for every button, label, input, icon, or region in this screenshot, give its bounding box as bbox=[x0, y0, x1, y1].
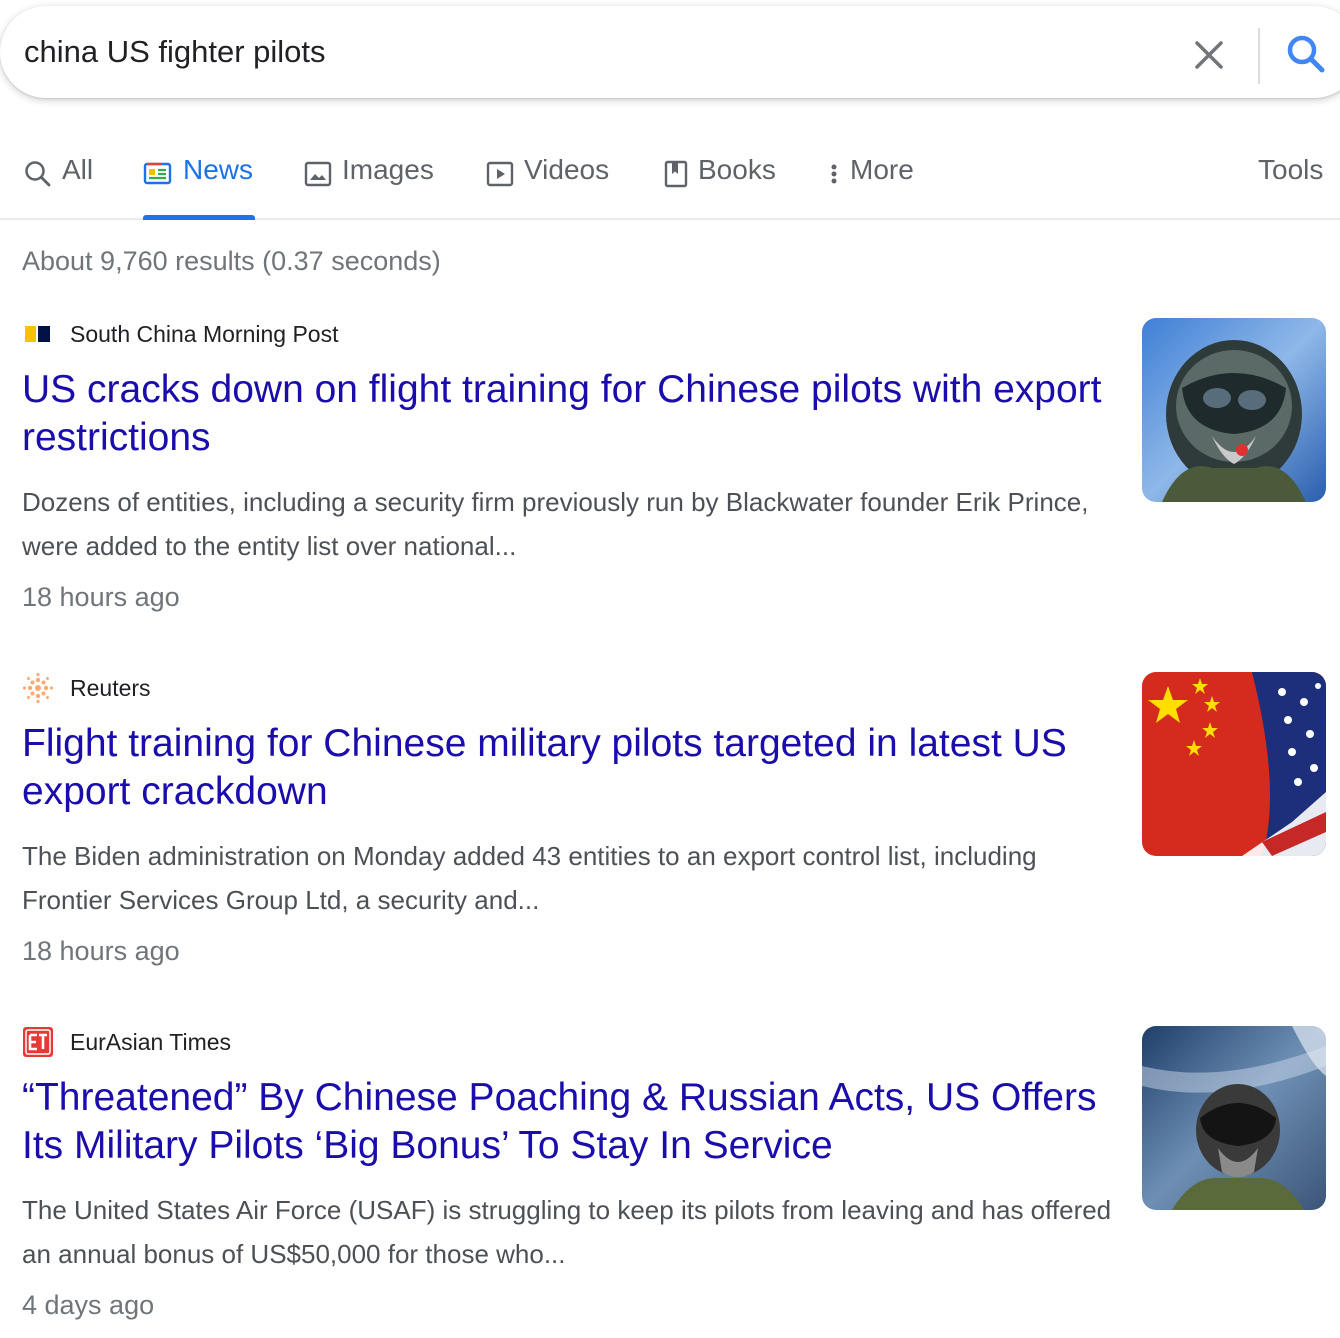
search-divider bbox=[1258, 28, 1260, 84]
book-icon bbox=[664, 160, 688, 188]
search-tabs: All News Images Videos Books More Tools bbox=[0, 140, 1340, 220]
search-icon bbox=[1287, 35, 1325, 73]
tab-label: News bbox=[183, 154, 254, 185]
result-snippet: The United States Air Force (USAF) is st… bbox=[22, 1195, 1112, 1269]
result-source[interactable]: Reuters bbox=[22, 672, 151, 704]
result-age: 18 hours ago bbox=[22, 582, 180, 612]
scmp-logo-icon bbox=[25, 326, 50, 342]
tab-label: All bbox=[62, 154, 94, 185]
result-thumbnail[interactable] bbox=[1142, 672, 1326, 856]
clear-search-button[interactable] bbox=[1186, 32, 1232, 78]
image-icon bbox=[304, 161, 332, 187]
tab-label: Videos bbox=[524, 154, 610, 185]
tools-button[interactable]: Tools bbox=[1258, 154, 1323, 186]
tab-label: Books bbox=[698, 154, 776, 185]
source-name: EurAsian Times bbox=[70, 1028, 232, 1055]
result-source[interactable]: EurAsian Times bbox=[22, 1026, 231, 1058]
reuters-logo-icon bbox=[22, 672, 54, 704]
fighter-pilot-photo bbox=[1142, 1026, 1326, 1210]
play-icon bbox=[486, 161, 514, 187]
result-thumbnail[interactable] bbox=[1142, 1026, 1326, 1210]
search-bar bbox=[0, 6, 1340, 98]
tab-more[interactable]: More bbox=[828, 154, 914, 220]
close-icon bbox=[1195, 41, 1223, 69]
result-thumbnail[interactable] bbox=[1142, 318, 1326, 502]
result-source[interactable]: South China Morning Post bbox=[22, 318, 339, 350]
news-icon bbox=[143, 162, 172, 185]
source-name: Reuters bbox=[70, 674, 151, 701]
more-vertical-icon bbox=[831, 164, 837, 184]
result-snippet: Dozens of entities, including a security… bbox=[22, 487, 1089, 561]
tab-all[interactable]: All bbox=[24, 154, 93, 220]
tab-images[interactable]: Images bbox=[304, 154, 434, 220]
tab-label: Images bbox=[342, 154, 434, 185]
tab-news[interactable]: News bbox=[143, 154, 256, 220]
result-age: 18 hours ago bbox=[22, 936, 180, 966]
result-stats: About 9,760 results (0.37 seconds) bbox=[22, 246, 441, 276]
china-us-flags-photo bbox=[1142, 672, 1326, 856]
result-title-link[interactable]: Flight training for Chinese military pil… bbox=[22, 720, 1122, 816]
search-input[interactable] bbox=[24, 30, 1124, 74]
tab-label: More bbox=[850, 154, 914, 185]
tab-videos[interactable]: Videos bbox=[486, 154, 609, 220]
search-icon bbox=[25, 161, 51, 187]
result-snippet: The Biden administration on Monday added… bbox=[22, 841, 1037, 915]
pilot-helmet-photo bbox=[1142, 318, 1326, 502]
result-title-link[interactable]: US cracks down on flight training for Ch… bbox=[22, 366, 1122, 462]
tab-books[interactable]: Books bbox=[664, 154, 776, 220]
source-name: South China Morning Post bbox=[70, 320, 339, 347]
search-button[interactable] bbox=[1282, 30, 1332, 80]
result-age: 4 days ago bbox=[22, 1290, 155, 1320]
eurasian-times-logo-icon bbox=[23, 1027, 53, 1057]
result-title-link[interactable]: “Threatened” By Chinese Poaching & Russi… bbox=[22, 1074, 1122, 1170]
